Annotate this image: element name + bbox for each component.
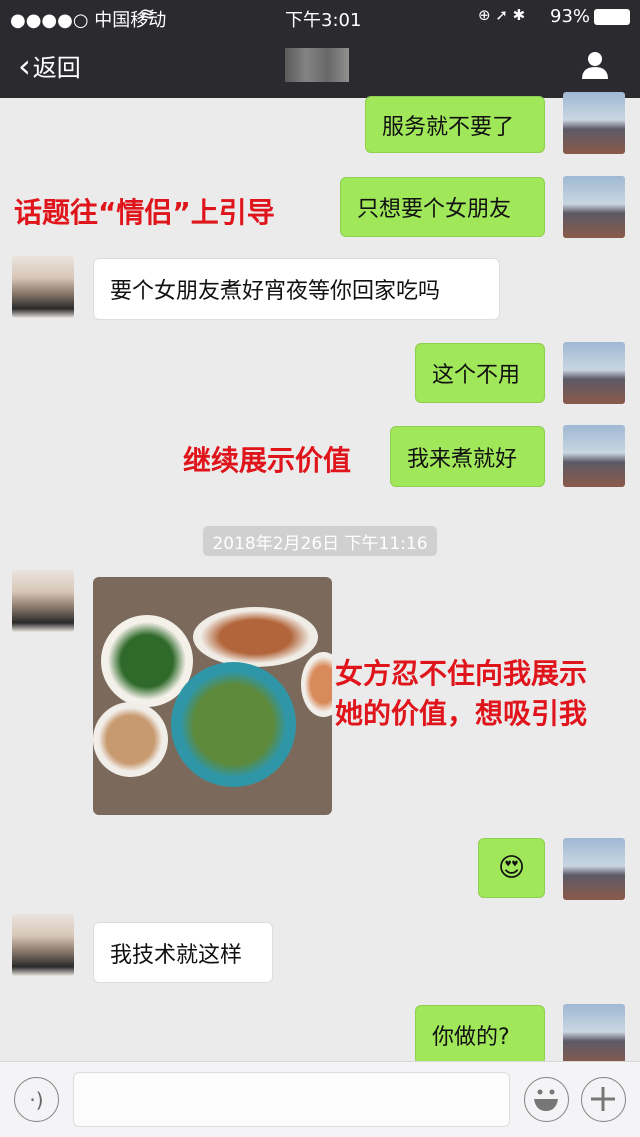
avatar-contact[interactable] <box>12 914 74 976</box>
chevron-left-icon: ‹ <box>18 46 31 85</box>
message-text: 我技术就这样 <box>110 942 243 968</box>
message-sent-emoji[interactable]: 😍 <box>478 838 545 898</box>
back-label: 返回 <box>32 54 81 82</box>
avatar-me[interactable] <box>563 838 625 900</box>
annotation: 继续展示价值 <box>183 444 352 477</box>
message-text: 只想要个女朋友 <box>357 197 512 222</box>
message-sent[interactable]: 你做的? <box>415 1005 545 1065</box>
message-sent[interactable]: 服务就不要了 <box>365 96 545 153</box>
annotation-line: 女方忍不住向我展示 <box>335 657 588 690</box>
avatar-me[interactable] <box>563 176 625 238</box>
avatar-me[interactable] <box>563 425 625 487</box>
message-text: 要个女朋友煮好宵夜等你回家吃吗 <box>110 279 441 304</box>
avatar-me[interactable] <box>563 342 625 404</box>
bowl-side <box>301 652 332 717</box>
status-bar: ●●●●○ 中国移动 ≋ 下午3:01 ⊕ ➚ ✱ 93% <box>0 0 640 34</box>
clock: 下午3:01 <box>285 10 362 31</box>
message-text: 我来煮就好 <box>407 446 518 472</box>
rotation-lock-icon: ⊕ ➚ ✱ <box>478 6 526 24</box>
message-sent[interactable]: 我来煮就好 <box>390 426 545 487</box>
message-sent[interactable]: 只想要个女朋友 <box>340 177 545 237</box>
plate-beans <box>171 662 296 787</box>
wifi-icon: ≋ <box>140 4 156 25</box>
message-text: 你做的? <box>432 1025 510 1050</box>
more-button[interactable] <box>581 1077 626 1122</box>
message-text: 服务就不要了 <box>382 114 515 140</box>
battery-icon <box>594 9 630 25</box>
avatar-contact[interactable] <box>12 256 74 318</box>
avatar-me[interactable] <box>563 92 625 154</box>
voice-icon: ·) <box>29 1087 44 1112</box>
input-bar: ·) <box>0 1061 640 1137</box>
emoji-button[interactable] <box>524 1077 569 1122</box>
bowl-soup <box>93 702 168 777</box>
plus-icon <box>591 1087 615 1111</box>
battery-percent: 93% <box>550 6 591 27</box>
nav-bar: ‹ 返回 <box>0 34 640 98</box>
message-input[interactable] <box>73 1072 510 1127</box>
message-received[interactable]: 我技术就这样 <box>93 922 273 983</box>
annotation: 话题往“情侣”上引导 <box>14 196 275 229</box>
voice-button[interactable]: ·) <box>14 1077 59 1122</box>
heart-eyes-emoji-icon: 😍 <box>497 853 526 883</box>
message-sent[interactable]: 这个不用 <box>415 343 545 403</box>
profile-button[interactable] <box>580 50 610 80</box>
smiley-icon <box>534 1089 558 1111</box>
plate-fish <box>193 607 318 667</box>
avatar-contact[interactable] <box>12 570 74 632</box>
avatar-me[interactable] <box>563 1004 625 1066</box>
back-button[interactable]: ‹ 返回 <box>18 48 81 83</box>
food-photo[interactable] <box>93 577 332 815</box>
annotation: 女方忍不住向我展示 她的价值，想吸引我 <box>335 654 587 734</box>
message-received[interactable]: 要个女朋友煮好宵夜等你回家吃吗 <box>93 258 500 320</box>
contact-name-blurred <box>285 48 349 82</box>
timestamp: 2018年2月26日 下午11:16 <box>203 526 437 556</box>
person-icon <box>582 52 608 79</box>
message-text: 这个不用 <box>432 363 521 388</box>
annotation-line: 她的价值，想吸引我 <box>335 697 588 730</box>
